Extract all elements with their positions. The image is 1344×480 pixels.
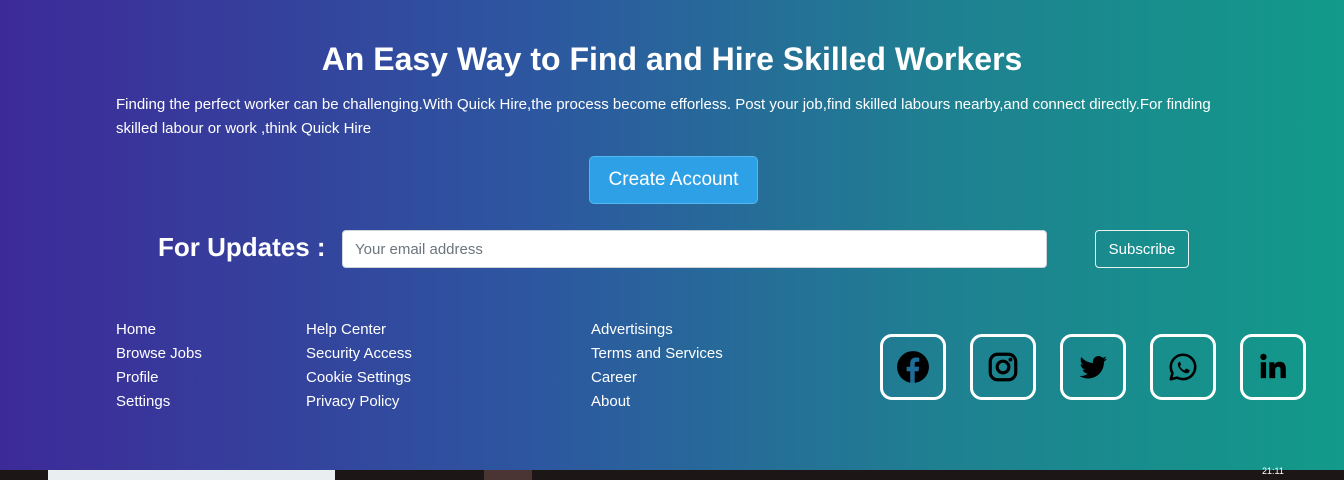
updates-label: For Updates : (158, 232, 326, 262)
footer-links-company: Advertisings Terms and Services Career A… (591, 318, 723, 414)
taskbar-app-active[interactable] (484, 470, 532, 480)
email-field[interactable] (342, 230, 1047, 268)
facebook-link[interactable] (880, 334, 946, 400)
subscribe-button[interactable]: Subscribe (1095, 230, 1189, 268)
instagram-icon (988, 352, 1018, 382)
twitter-icon (1079, 356, 1107, 379)
taskbar-app-thumbnail[interactable] (48, 470, 335, 480)
footer-link-security-access[interactable]: Security Access (306, 342, 412, 366)
footer-link-advertisings[interactable]: Advertisings (591, 318, 723, 342)
facebook-icon (897, 351, 929, 383)
os-taskbar: 21:11 (0, 466, 1344, 480)
footer-link-settings[interactable]: Settings (116, 390, 202, 414)
instagram-link[interactable] (970, 334, 1036, 400)
footer-links-main: Home Browse Jobs Profile Settings (116, 318, 202, 414)
footer-link-help-center[interactable]: Help Center (306, 318, 412, 342)
footer-link-terms[interactable]: Terms and Services (591, 342, 723, 366)
footer-link-cookie-settings[interactable]: Cookie Settings (306, 366, 412, 390)
footer-link-home[interactable]: Home (116, 318, 202, 342)
linkedin-icon (1260, 353, 1286, 379)
footer-link-privacy-policy[interactable]: Privacy Policy (306, 390, 412, 414)
footer-links-help: Help Center Security Access Cookie Setti… (306, 318, 412, 414)
page-title: An Easy Way to Find and Hire Skilled Wor… (321, 41, 1023, 77)
footer-link-about[interactable]: About (591, 390, 723, 414)
footer-link-browse-jobs[interactable]: Browse Jobs (116, 342, 202, 366)
linkedin-link[interactable] (1240, 334, 1306, 400)
hero-description: Finding the perfect worker can be challe… (116, 96, 1211, 137)
footer-link-career[interactable]: Career (591, 366, 723, 390)
hero-section: An Easy Way to Find and Hire Skilled Wor… (0, 0, 1344, 470)
create-account-button[interactable]: Create Account (589, 156, 758, 204)
footer-link-profile[interactable]: Profile (116, 366, 202, 390)
whatsapp-icon (1169, 353, 1197, 381)
whatsapp-link[interactable] (1150, 334, 1216, 400)
twitter-link[interactable] (1060, 334, 1126, 400)
taskbar-clock: 21:11 (1262, 466, 1284, 476)
